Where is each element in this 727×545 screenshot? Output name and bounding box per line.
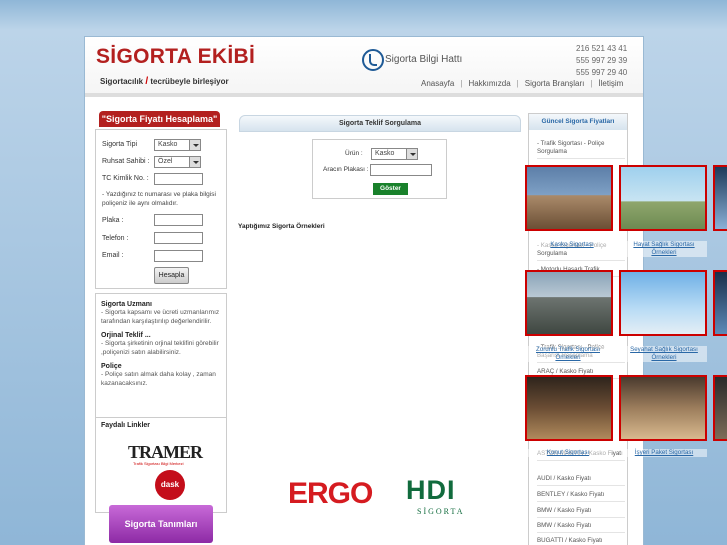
ruhsat-select[interactable]: Özel — [154, 156, 201, 168]
urun-select[interactable]: Kasko — [371, 148, 418, 160]
info-text-1: - Sigorta kapsamı ve ücreti uzmanlarımız… — [101, 309, 220, 325]
goster-button[interactable]: Göster — [373, 183, 408, 195]
chevron-down-icon — [189, 157, 200, 167]
teklif-sorgu-form: Ürün : Kasko Aracın Plakası : Göster — [312, 139, 447, 199]
fiyat-item[interactable]: BMW / Kasko Fiyatı — [537, 507, 625, 518]
plaka-label: Plaka : — [102, 217, 124, 224]
chevron-down-icon — [189, 140, 200, 150]
tip-select[interactable]: Kasko — [154, 139, 201, 151]
hdi-logo: HDI — [406, 475, 456, 505]
top-nav: Anasayfa | Hakkımızda | Sigorta Branşları | İl… — [421, 79, 624, 88]
isyeri-image[interactable] — [619, 375, 707, 441]
phone-icon — [362, 49, 384, 71]
chevron-down-icon — [406, 149, 417, 159]
seyahat-caption[interactable]: Seyahat Sağlık Sigortası Örnekleri — [621, 346, 707, 362]
info-title-3: Poliçe — [101, 363, 122, 370]
phone-1: 216 521 43 41 — [576, 44, 628, 53]
fiyat-item[interactable]: AUDI / Kasko Fiyatı — [537, 475, 625, 486]
tc-input[interactable] — [154, 173, 203, 185]
tagline: Sigortacılık / tecrübeyle birleşiyor — [100, 76, 229, 87]
site-logo[interactable]: SİGORTA EKİBİ — [96, 45, 255, 69]
fiyatlar-title: Güncel Sigorta Fiyatları — [529, 114, 627, 130]
email-input[interactable] — [154, 250, 203, 262]
links-title: Faydalı Linkler — [101, 422, 151, 429]
konut-caption[interactable]: Konut Sigortası — [525, 449, 611, 457]
phone-3: 555 997 29 40 — [576, 68, 628, 77]
calc-title: "Sigorta Fiyatı Hesaplama" — [99, 111, 220, 127]
info-text-2: - Sigorta şirketinin orjinal teklifini g… — [101, 340, 219, 356]
fiyat-item[interactable]: BENTLEY / Kasko Fiyatı — [537, 491, 625, 502]
nav-sigorta-branslari[interactable]: Sigorta Branşları — [525, 79, 585, 88]
urun-value: Kasko — [375, 150, 395, 157]
calc-form: Sigorta Tipi Kasko Ruhsat Sahibi : Özel … — [95, 129, 227, 289]
tramer-subtitle: Trafik Sigortası Bilgi Merkezi — [133, 461, 184, 466]
plaka-label-2: Aracın Plakası : — [323, 166, 369, 173]
fiyat-item[interactable]: - Trafik Sigortası - Poliçe Sorgulama — [537, 140, 625, 159]
seyahat-image[interactable] — [619, 270, 707, 336]
tramer-logo[interactable]: TRAMER — [128, 442, 203, 463]
tip-label: Sigorta Tipi — [102, 141, 138, 148]
kasko-caption[interactable]: Kasko Sigortası — [530, 241, 614, 249]
plaka-input-2[interactable] — [370, 164, 432, 176]
fiyat-item[interactable]: BMW / Kasko Fiyatı — [537, 522, 625, 533]
extra-image-2[interactable] — [713, 270, 727, 336]
ruhsat-label: Ruhsat Sahibi : — [102, 158, 150, 165]
email-label: Email : — [102, 252, 124, 259]
ornekler-heading: Yaptığımız Sigorta Örnekleri — [238, 223, 325, 230]
ruhsat-value: Özel — [158, 158, 173, 165]
tagline-b: tecrübeyle birleşiyor — [150, 77, 229, 86]
hotline-label: Sigorta Bilgi Hattı — [385, 54, 463, 65]
hesapla-button[interactable]: Hesapla — [154, 267, 189, 284]
trafik-caption[interactable]: Zorunlu Trafik Sigortası Örnekleri — [525, 346, 611, 362]
phone-2: 555 997 29 39 — [576, 56, 628, 65]
isyeri-caption[interactable]: İşyeri Paket Sigortası — [621, 449, 707, 457]
kasko-image[interactable] — [525, 165, 613, 231]
teklif-sorgulama-title: Sigorta Teklif Sorgulama — [239, 115, 521, 132]
fiyat-item[interactable]: BUGATTI / Kasko Fiyatı — [537, 537, 625, 545]
tagline-slash: / — [145, 76, 149, 87]
extra-image-3[interactable] — [713, 375, 727, 441]
info-title-2: Orjinal Teklif ... — [101, 332, 151, 339]
plaka-input[interactable] — [154, 214, 203, 226]
info-text-3: - Poliçe satın almak daha kolay , zaman … — [101, 371, 216, 387]
konut-image[interactable] — [525, 375, 613, 441]
dask-logo[interactable]: dask — [155, 470, 185, 500]
header: SİGORTA EKİBİ Sigortacılık / tecrübeyle … — [85, 37, 643, 93]
info-title-1: Sigorta Uzmanı — [101, 301, 152, 308]
urun-label: Ürün : — [345, 150, 363, 157]
nav-anasayfa[interactable]: Anasayfa — [421, 79, 454, 88]
tagline-a: Sigortacılık — [100, 77, 144, 86]
useful-links: Faydalı Linkler TRAMER Trafik Sigortası … — [95, 417, 227, 513]
header-divider — [85, 93, 643, 97]
phone-numbers: 216 521 43 41 555 997 29 39 555 997 29 4… — [576, 43, 627, 79]
nav-hakkimizda[interactable]: Hakkımızda — [468, 79, 510, 88]
tip-value: Kasko — [158, 141, 178, 148]
hayat-saglik-image[interactable] — [619, 165, 707, 231]
sigorta-tanimlari-button[interactable]: Sigorta Tanımları — [109, 505, 213, 543]
hdi-subtitle: SİGORTA — [417, 507, 465, 516]
trafik-image[interactable] — [525, 270, 613, 336]
telefon-label: Telefon : — [102, 235, 129, 242]
hayat-saglik-caption[interactable]: Hayat Sağlık Sigortası Örnekleri — [621, 241, 707, 257]
tc-note: - Yazdığınız tc numarası ve plaka bilgis… — [102, 191, 216, 207]
nav-iletisim[interactable]: İletişim — [598, 79, 623, 88]
telefon-input[interactable] — [154, 232, 203, 244]
ergo-logo: ERGO — [288, 477, 373, 510]
extra-image-1[interactable] — [713, 165, 727, 231]
tc-label: TC Kimlik No. : — [102, 175, 149, 182]
